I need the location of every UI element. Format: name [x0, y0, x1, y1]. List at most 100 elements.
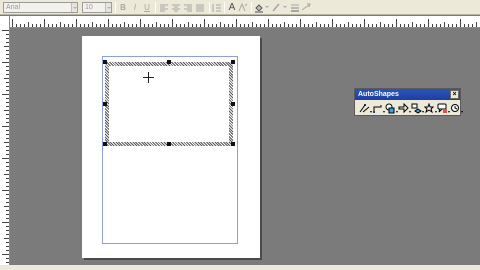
align-right-button[interactable]: [183, 2, 193, 13]
align-center-button[interactable]: [171, 2, 181, 13]
ruler-tick: [6, 34, 9, 35]
ruler-tick: [220, 22, 221, 27]
ruler-tick: [2, 222, 9, 223]
ruler-tick: [328, 24, 329, 27]
resize-handle-bottom-right[interactable]: [231, 142, 235, 146]
arrow-style-button[interactable]: [301, 2, 311, 13]
more-autoshapes-button[interactable]: [450, 103, 463, 114]
ruler-tick: [4, 110, 9, 111]
align-left-button[interactable]: [159, 2, 169, 13]
resize-handle-top-left[interactable]: [103, 60, 107, 64]
selected-frame[interactable]: [105, 62, 233, 146]
ruler-tick: [6, 194, 9, 195]
line-style-button[interactable]: [290, 2, 300, 13]
ruler-tick: [32, 24, 33, 27]
autoshapes-title: AutoShapes: [358, 91, 399, 98]
ruler-tick: [92, 22, 93, 27]
ruler-tick: [312, 24, 313, 27]
fill-color-button[interactable]: [254, 2, 264, 13]
line-color-button[interactable]: [271, 2, 281, 13]
font-name-combo[interactable]: Arial: [3, 2, 78, 13]
ruler-tick: [124, 22, 125, 27]
font-name-value: Arial: [6, 4, 21, 11]
italic-button[interactable]: I: [130, 2, 140, 13]
ruler-tick: [6, 230, 9, 231]
ruler-tick: [336, 24, 337, 27]
ruler-tick: [6, 118, 9, 119]
ruler-tick: [464, 24, 465, 27]
ruler-tick: [280, 24, 281, 27]
numbering-button[interactable]: [212, 2, 222, 13]
font-size-up-button[interactable]: [238, 2, 248, 13]
bold-button[interactable]: B: [118, 2, 128, 13]
status-bar: [0, 265, 480, 270]
resize-handle-top[interactable]: [167, 60, 171, 64]
ruler-tick: [300, 19, 301, 27]
flowchart-button[interactable]: [411, 103, 424, 114]
stars-banners-icon: [424, 103, 435, 114]
justify-icon: [196, 4, 204, 12]
line-color-dropdown-icon[interactable]: [283, 6, 287, 8]
ruler-tick: [388, 24, 389, 27]
ruler-tick: [196, 24, 197, 27]
autoshapes-toolbar[interactable]: AutoShapes ×: [354, 88, 463, 116]
resize-handle-bottom[interactable]: [167, 142, 171, 146]
ruler-tick: [344, 24, 345, 27]
ruler-tick: [128, 24, 129, 27]
justify-button[interactable]: [195, 2, 205, 13]
ruler-tick: [188, 22, 189, 27]
ruler-tick: [6, 138, 9, 139]
ruler-tick: [256, 24, 257, 27]
callouts-icon: [437, 103, 447, 113]
underline-button[interactable]: U: [142, 2, 152, 13]
ruler-tick: [6, 182, 9, 183]
ruler-tick: [64, 24, 65, 27]
frame-content-area[interactable]: [109, 66, 229, 142]
ruler-tick: [176, 24, 177, 27]
autoshapes-titlebar[interactable]: AutoShapes ×: [355, 89, 460, 100]
ruler-tick: [6, 198, 9, 199]
ruler-tick: [360, 24, 361, 27]
line-color-icon: [272, 3, 280, 12]
ruler-tick: [36, 24, 37, 27]
font-size-dropdown-icon[interactable]: [105, 3, 111, 12]
autoshapes-close-button[interactable]: ×: [450, 90, 459, 99]
font-size-combo[interactable]: 10: [82, 2, 112, 13]
ruler-tick: [6, 130, 9, 131]
fill-color-dropdown-icon[interactable]: [265, 6, 269, 8]
stars-banners-button[interactable]: [424, 103, 437, 114]
ruler-tick: [368, 24, 369, 27]
connectors-icon: [373, 105, 382, 113]
ruler-tick: [364, 19, 365, 27]
ruler-tick: [2, 94, 9, 95]
ruler-tick: [204, 19, 205, 27]
horizontal-ruler[interactable]: [10, 16, 480, 28]
formatting-toolbar: Arial 10 B I U A: [0, 0, 480, 15]
crosshair-cursor-icon: [143, 72, 154, 83]
ruler-tick: [260, 24, 261, 27]
more-autoshapes-icon: [451, 104, 459, 112]
ruler-tick: [72, 24, 73, 27]
resize-handle-right[interactable]: [231, 102, 235, 106]
ruler-tick: [148, 24, 149, 27]
resize-handle-left[interactable]: [103, 102, 107, 106]
connectors-button[interactable]: [372, 103, 385, 114]
basic-shapes-button[interactable]: [385, 103, 398, 114]
block-arrows-button[interactable]: [398, 103, 411, 114]
ruler-tick: [2, 62, 9, 63]
resize-handle-bottom-left[interactable]: [103, 142, 107, 146]
ruler-tick: [96, 24, 97, 27]
resize-handle-top-right[interactable]: [231, 60, 235, 64]
font-name-dropdown-icon[interactable]: [71, 3, 77, 12]
vertical-ruler[interactable]: [0, 16, 10, 270]
callouts-button[interactable]: [437, 103, 450, 114]
lines-button[interactable]: [359, 103, 372, 114]
ruler-tick: [316, 22, 317, 27]
ruler-tick: [20, 24, 21, 27]
ruler-tick: [2, 254, 9, 255]
font-color-a-button[interactable]: A: [227, 2, 237, 13]
publication-page[interactable]: [82, 36, 260, 258]
ruler-tick: [6, 226, 9, 227]
ruler-tick: [6, 258, 9, 259]
ruler-tick: [444, 22, 445, 27]
